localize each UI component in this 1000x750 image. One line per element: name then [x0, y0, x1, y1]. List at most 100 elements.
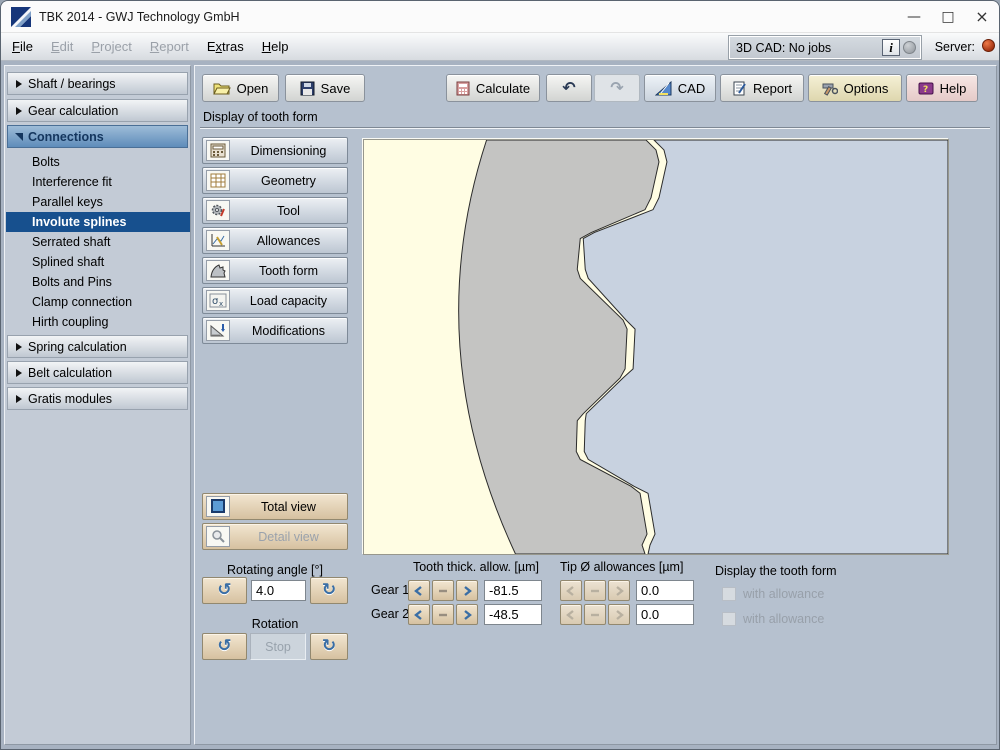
- gear2-decrease-button[interactable]: [408, 604, 430, 625]
- tool-button[interactable]: Tool: [202, 197, 348, 224]
- gear2-allowance-input[interactable]: [484, 604, 542, 625]
- chevron-right-icon: [461, 585, 473, 597]
- sidebar-item-splined-shaft[interactable]: Splined shaft: [6, 252, 190, 272]
- undo-button[interactable]: ↶: [546, 74, 592, 102]
- save-button[interactable]: Save: [285, 74, 365, 102]
- rotating-angle-input[interactable]: [251, 580, 306, 601]
- rotate-cw-icon: ↻: [322, 638, 336, 655]
- sidebar-item-hirth-coupling[interactable]: Hirth coupling: [6, 312, 190, 332]
- svg-text:x: x: [219, 300, 223, 308]
- report-document-icon: [732, 81, 747, 96]
- calculator-icon: [456, 81, 470, 96]
- magnifier-icon: [206, 526, 230, 547]
- with-allowance-label-2: with allowance: [743, 612, 824, 626]
- section-title: Display of tooth form: [203, 110, 318, 124]
- tip1-allowance-input[interactable]: [636, 580, 694, 601]
- dimensioning-button[interactable]: Dimensioning: [202, 137, 348, 164]
- gear1-decrease-button[interactable]: [408, 580, 430, 601]
- sidebar-item-clamp-connection[interactable]: Clamp connection: [6, 292, 190, 312]
- sidebar-section-belt-calculation[interactable]: Belt calculation: [7, 361, 188, 384]
- rotation-cw-button[interactable]: ↻: [310, 633, 348, 660]
- info-icon[interactable]: i: [882, 39, 900, 56]
- tooth-form-drawing: [363, 139, 949, 555]
- save-floppy-icon: [300, 81, 315, 96]
- gear2-increase-button[interactable]: [456, 604, 478, 625]
- rotate-ccw-button[interactable]: ↺: [202, 577, 247, 604]
- sidebar-section-spring-calculation[interactable]: Spring calculation: [7, 335, 188, 358]
- help-button[interactable]: ? Help: [906, 74, 978, 102]
- display-tooth-form-label: Display the tooth form: [715, 564, 837, 578]
- tip-allowances-label: Tip Ø allowances [µm]: [560, 560, 683, 574]
- tooth-form-button[interactable]: Tooth form: [202, 257, 348, 284]
- tooth-form-plot: [364, 140, 948, 554]
- gear1-allowance-input[interactable]: [484, 580, 542, 601]
- stop-button: Stop: [250, 633, 306, 660]
- sidebar-section-shaft-bearings[interactable]: Shaft / bearings: [7, 72, 188, 95]
- sidebar-item-bolts-and-pins[interactable]: Bolts and Pins: [6, 272, 190, 292]
- help-book-icon: ?: [918, 81, 934, 96]
- sidebar-item-interference-fit[interactable]: Interference fit: [6, 172, 190, 192]
- total-view-button[interactable]: Total view: [202, 493, 348, 520]
- tip2-reset-button: [584, 604, 606, 625]
- chevron-right-icon: [16, 369, 22, 377]
- geometry-button[interactable]: Geometry: [202, 167, 348, 194]
- sidebar-item-serrated-shaft[interactable]: Serrated shaft: [6, 232, 190, 252]
- chevron-right-icon: [613, 609, 625, 621]
- rotating-angle-label: Rotating angle [°]: [202, 563, 348, 577]
- with-allowance-checkbox-2: [722, 612, 736, 626]
- menu-file[interactable]: File: [3, 35, 42, 58]
- load-capacity-button[interactable]: σx Load capacity: [202, 287, 348, 314]
- gear1-reset-button[interactable]: [432, 580, 454, 601]
- menu-help[interactable]: Help: [253, 35, 298, 58]
- maximize-button[interactable]: □: [931, 4, 965, 30]
- menu-bar: File Edit Project Report Extras Help 3D …: [1, 33, 999, 61]
- sidebar-item-involute-splines[interactable]: Involute splines: [6, 212, 190, 232]
- separator-line: [200, 127, 990, 129]
- chevron-right-icon: [16, 107, 22, 115]
- chevron-right-icon: [461, 609, 473, 621]
- gear2-reset-button[interactable]: [432, 604, 454, 625]
- modifications-button[interactable]: Modifications: [202, 317, 348, 344]
- main-panel: Open Save Calculate ↶ ↷ CAD Repo: [194, 65, 997, 745]
- minimize-button[interactable]: —: [897, 4, 931, 30]
- open-button[interactable]: Open: [202, 74, 279, 102]
- tip2-allowance-input[interactable]: [636, 604, 694, 625]
- sidebar-section-connections[interactable]: Connections: [7, 125, 188, 148]
- menu-extras[interactable]: Extras: [198, 35, 253, 58]
- report-button[interactable]: Report: [720, 74, 804, 102]
- chevron-expanded-icon: [15, 133, 23, 141]
- chevron-right-icon: [613, 585, 625, 597]
- chevron-right-icon: [16, 395, 22, 403]
- geometry-icon: [206, 170, 230, 191]
- open-folder-icon: [213, 81, 231, 95]
- minus-icon: [589, 585, 601, 597]
- chevron-right-icon: [16, 80, 22, 88]
- rotate-cw-icon: ↻: [322, 582, 336, 599]
- menu-edit: Edit: [42, 35, 82, 58]
- rotate-cw-button[interactable]: ↻: [310, 577, 348, 604]
- chevron-left-icon: [413, 609, 425, 621]
- sidebar-item-bolts[interactable]: Bolts: [6, 152, 190, 172]
- svg-text:σ: σ: [212, 296, 219, 307]
- sidebar-section-gear-calculation[interactable]: Gear calculation: [7, 99, 188, 122]
- sidebar-section-gratis-modules[interactable]: Gratis modules: [7, 387, 188, 410]
- close-button[interactable]: ×: [965, 4, 999, 30]
- redo-icon: ↷: [610, 80, 623, 96]
- chevron-left-icon: [413, 585, 425, 597]
- svg-text:?: ?: [923, 85, 928, 95]
- sidebar-item-parallel-keys[interactable]: Parallel keys: [6, 192, 190, 212]
- rotate-ccw-icon: ↺: [217, 638, 231, 655]
- allowances-button[interactable]: Allowances: [202, 227, 348, 254]
- minus-icon: [589, 609, 601, 621]
- cad-button[interactable]: CAD: [644, 74, 716, 102]
- tip2-decrease-button: [560, 604, 582, 625]
- options-button[interactable]: Options: [808, 74, 902, 102]
- minus-icon: [437, 585, 449, 597]
- gear1-increase-button[interactable]: [456, 580, 478, 601]
- rotation-ccw-button[interactable]: ↺: [202, 633, 247, 660]
- cad-status-panel: 3D CAD: No jobs i: [729, 36, 921, 59]
- tip1-decrease-button: [560, 580, 582, 601]
- app-window: TBK 2014 - GWJ Technology GmbH — □ × Fil…: [0, 0, 1000, 750]
- server-status-indicator: [982, 39, 995, 52]
- calculate-button[interactable]: Calculate: [446, 74, 540, 102]
